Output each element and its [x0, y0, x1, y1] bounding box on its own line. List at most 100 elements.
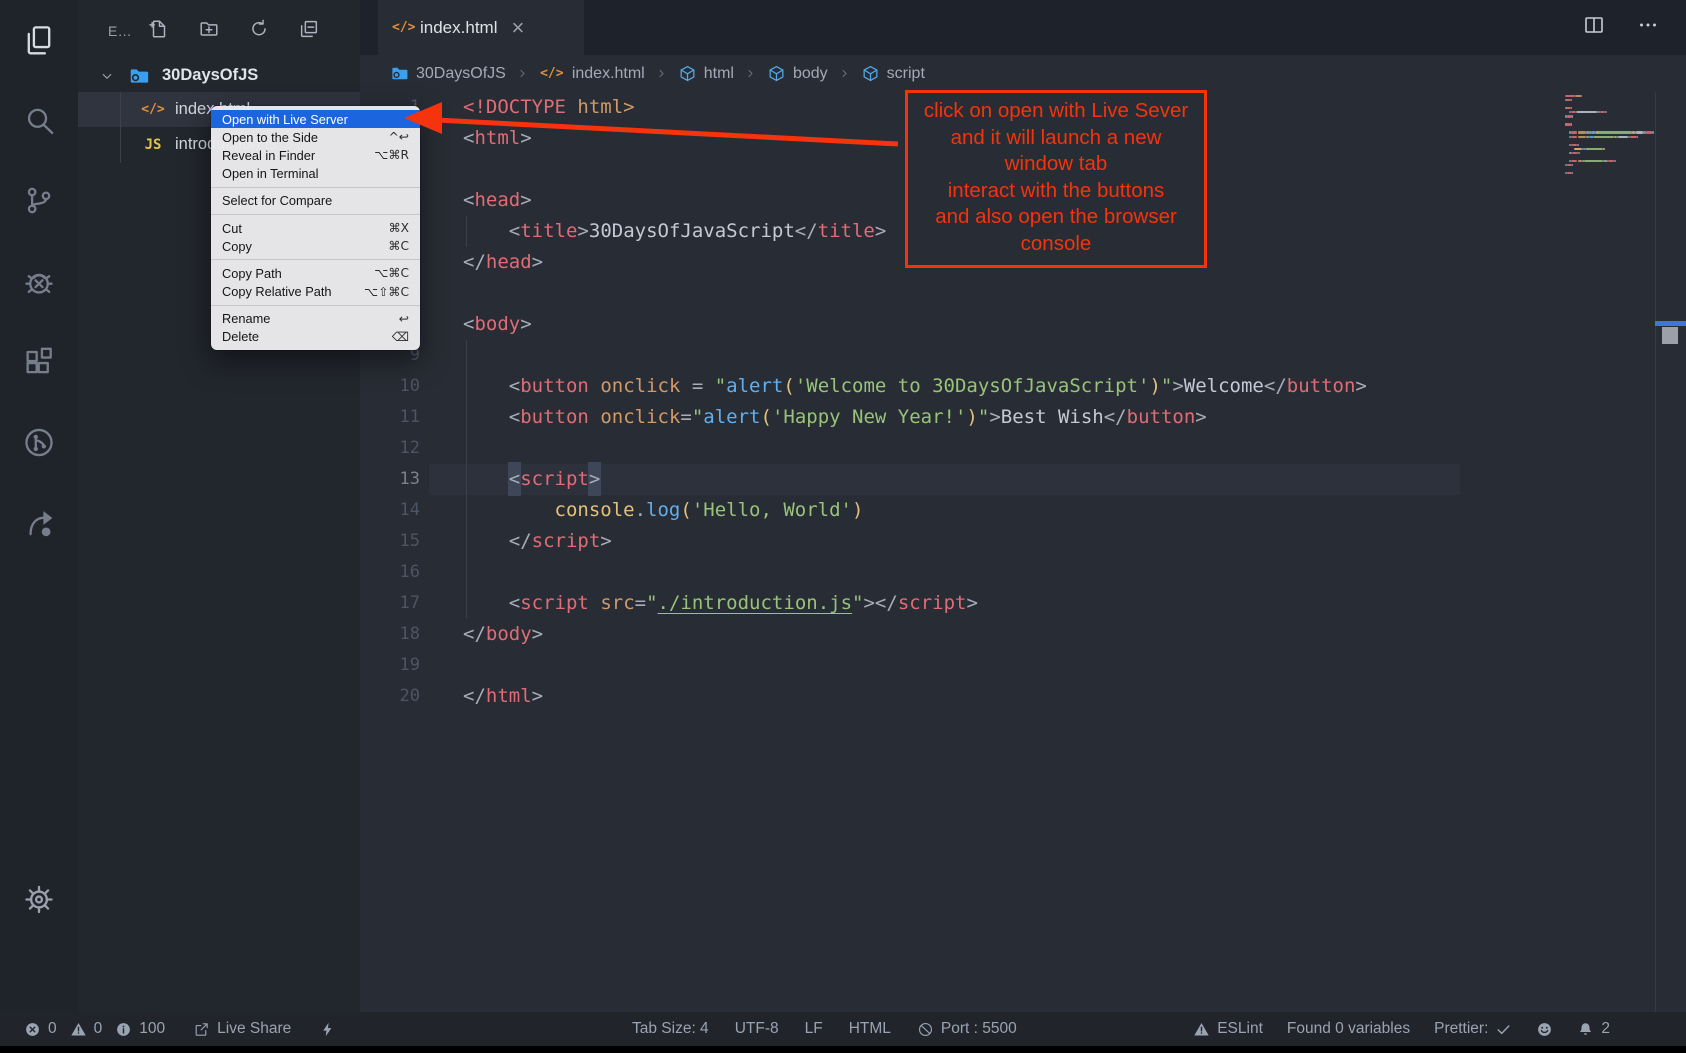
activity-item-debug[interactable]: [22, 264, 57, 299]
warning-triangle-icon: [70, 1021, 87, 1038]
annotation-box: click on open with Live Severand it will…: [905, 90, 1207, 268]
feedback-smiley[interactable]: [1536, 1021, 1553, 1038]
menu-item-open-to-the-side[interactable]: Open to the Side^↩: [211, 128, 420, 146]
minimap-line: [1636, 131, 1644, 133]
code-token: >: [520, 189, 531, 211]
breadcrumb-item-script[interactable]: script: [861, 64, 925, 83]
more-actions-button[interactable]: [1636, 13, 1660, 42]
symbol-cube-icon: [861, 64, 880, 83]
minimap-line: [1571, 136, 1578, 138]
minimap-line: [1597, 131, 1632, 133]
code-token: ": [1161, 375, 1172, 397]
menu-item-open-in-terminal[interactable]: Open in Terminal: [211, 165, 420, 183]
menu-item-delete[interactable]: Delete⌫: [211, 328, 420, 346]
minimap-line: [1603, 148, 1605, 150]
encoding[interactable]: UTF-8: [735, 1020, 779, 1038]
code-line-18[interactable]: 18</body>: [360, 619, 1686, 650]
menu-item-select-for-compare[interactable]: Select for Compare: [211, 192, 420, 210]
status-label: 0: [94, 1020, 103, 1038]
code-text: console.log('Hello, World'): [420, 495, 863, 526]
activity-item-git-graph[interactable]: [22, 425, 57, 460]
new-file-button[interactable]: [148, 18, 170, 45]
code-token: 'Hello, World': [692, 499, 852, 521]
breadcrumb-item-index-html[interactable]: </>index.html: [539, 65, 645, 83]
workspace-folder-label: 30DaysOfJS: [162, 66, 258, 85]
menu-item-copy-path[interactable]: Copy Path⌥⌘C: [211, 264, 420, 282]
code-line-19[interactable]: 19: [360, 650, 1686, 681]
activity-item-explorer[interactable]: [22, 23, 57, 58]
code-line-15[interactable]: 15 </script>: [360, 526, 1686, 557]
code-text: <script>: [420, 464, 600, 495]
menu-item-shortcut: ⌘X: [388, 221, 409, 235]
eol[interactable]: LF: [805, 1020, 823, 1038]
live-server-port[interactable]: Port : 5500: [917, 1020, 1017, 1038]
quick-actions[interactable]: [319, 1021, 336, 1038]
sidebar-header: E…: [78, 0, 360, 46]
menu-item-cut[interactable]: Cut⌘X: [211, 219, 420, 237]
menu-item-copy[interactable]: Copy⌘C: [211, 237, 420, 255]
warning-triangle-icon: [1193, 1021, 1210, 1038]
activity-item-settings-gear[interactable]: [22, 882, 57, 917]
code-token: </: [875, 592, 898, 614]
more-actions-icon: [1636, 13, 1660, 37]
info-count[interactable]: 100: [115, 1020, 165, 1038]
activity-item-extensions[interactable]: [22, 345, 57, 380]
breadcrumb-item-body[interactable]: body: [767, 64, 828, 83]
activity-item-source-control[interactable]: [22, 183, 57, 218]
code-line-17[interactable]: 17 <script src="./introduction.js"></scr…: [360, 588, 1686, 619]
breadcrumb-label: index.html: [572, 65, 645, 83]
code-line-8[interactable]: 8<body>: [360, 309, 1686, 340]
code-line-20[interactable]: 20</html>: [360, 681, 1686, 712]
activity-item-live-share[interactable]: [22, 505, 57, 540]
folder-icon: [128, 65, 150, 87]
code-line-13[interactable]: 13 <script>: [360, 464, 1686, 495]
code-line-14[interactable]: 14 console.log('Hello, World'): [360, 495, 1686, 526]
problems-warnings[interactable]: 0: [70, 1020, 103, 1038]
prettier[interactable]: Prettier:: [1434, 1020, 1512, 1038]
code-token: title: [818, 220, 875, 242]
eslint[interactable]: ESLint: [1193, 1020, 1263, 1038]
annotation-line: and it will launch a new: [908, 125, 1204, 152]
code-token: Welcome: [1184, 375, 1264, 397]
tab-index-html[interactable]: </> index.html ×: [378, 0, 584, 55]
code-token: ": [715, 375, 726, 397]
menu-item-open-with-live-server[interactable]: Open with Live Server: [211, 110, 420, 128]
code-line-11[interactable]: 11 <button onclick="alert('Happy New Yea…: [360, 402, 1686, 433]
code-line-9[interactable]: 9: [360, 340, 1686, 371]
activity-item-search[interactable]: [22, 103, 57, 138]
problems-errors[interactable]: 0: [24, 1020, 57, 1038]
refresh-button[interactable]: [248, 18, 270, 45]
collapse-all-button[interactable]: [298, 18, 320, 45]
split-editor-button[interactable]: [1582, 13, 1606, 42]
code-line-16[interactable]: 16: [360, 557, 1686, 588]
code-line-12[interactable]: 12: [360, 433, 1686, 464]
code-text: </script>: [420, 526, 612, 557]
breadcrumb-item-30daysofjs[interactable]: 30DaysOfJS: [390, 64, 506, 83]
git-graph-icon: [22, 425, 57, 460]
code-line-10[interactable]: 10 <button onclick = "alert('Welcome to …: [360, 371, 1686, 402]
new-folder-button[interactable]: [198, 18, 220, 45]
language-mode[interactable]: HTML: [849, 1020, 891, 1038]
sidebar-item-workspace-folder[interactable]: 30DaysOfJS: [78, 59, 360, 92]
menu-item-rename[interactable]: Rename↩: [211, 310, 420, 328]
tab-size[interactable]: Tab Size: 4: [632, 1020, 709, 1038]
breadcrumb-item-html[interactable]: html: [678, 64, 734, 83]
minimap[interactable]: [1565, 95, 1685, 187]
editor-actions: [1582, 0, 1660, 55]
close-icon[interactable]: ×: [511, 17, 524, 39]
menu-item-label: Select for Compare: [222, 193, 332, 208]
minimap-line: [1571, 160, 1578, 162]
code-token: [463, 375, 509, 397]
breadcrumb-label: html: [704, 65, 734, 83]
vscode-window: E… 30DaysOfJS </>index.htmlJSintroductio…: [0, 0, 1686, 1053]
line-number: 13: [360, 464, 420, 495]
code-token: [589, 592, 600, 614]
notifications-bell[interactable]: 2: [1577, 1020, 1610, 1038]
variables-found[interactable]: Found 0 variables: [1287, 1020, 1410, 1038]
code-token: >: [577, 220, 588, 242]
menu-item-copy-relative-path[interactable]: Copy Relative Path⌥⇧⌘C: [211, 283, 420, 301]
menu-item-reveal-in-finder[interactable]: Reveal in Finder⌥⌘R: [211, 146, 420, 164]
menu-item-shortcut: ⌥⇧⌘C: [364, 285, 409, 299]
live-share[interactable]: Live Share: [193, 1020, 291, 1038]
code-line-7[interactable]: 7: [360, 278, 1686, 309]
